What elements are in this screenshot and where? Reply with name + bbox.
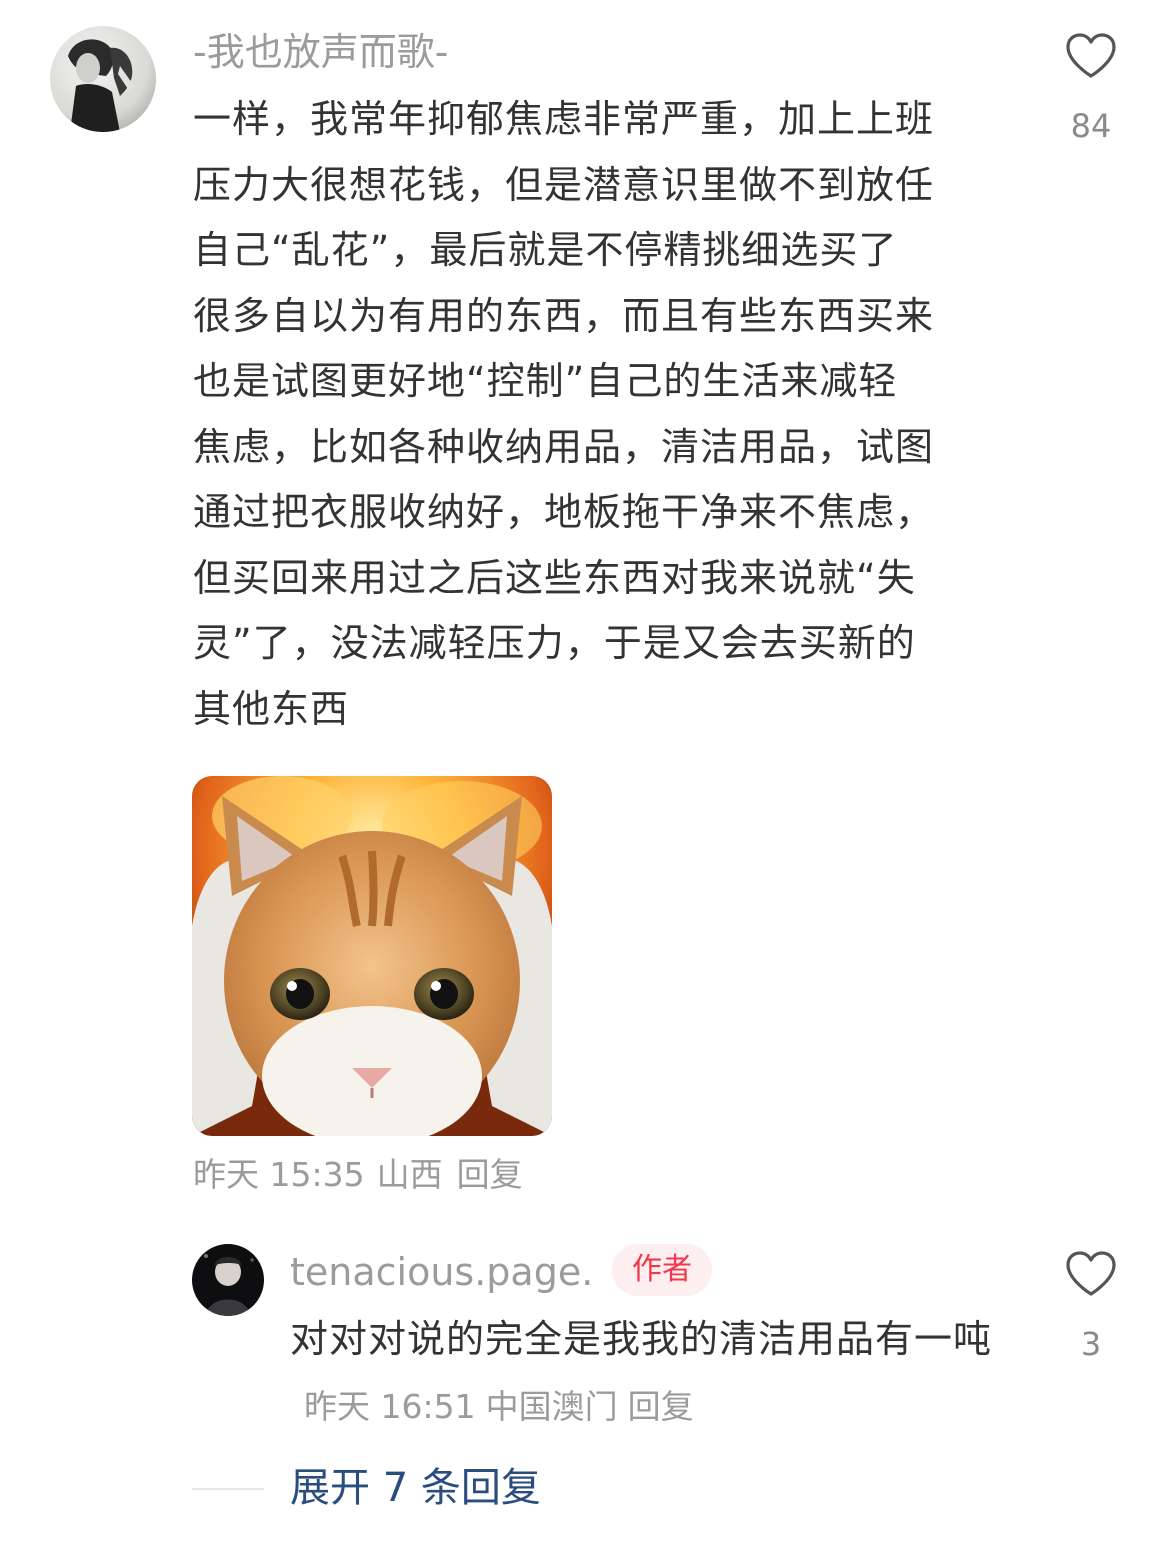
reply-username[interactable]: tenacious.page. — [290, 1246, 593, 1298]
reply-meta: 昨天 16:51 中国澳门 回复 — [304, 1387, 704, 1426]
reply-like[interactable]: 3 — [1051, 1250, 1131, 1364]
comment-reply-button[interactable]: 回复 — [457, 1155, 523, 1194]
expand-divider — [192, 1488, 264, 1490]
cat-sticker-icon — [192, 776, 552, 1136]
commenter-avatar[interactable] — [50, 26, 156, 132]
comment-sticker-image[interactable] — [192, 776, 552, 1136]
comment-like[interactable]: 84 — [1051, 32, 1131, 146]
comment-location: 山西 — [376, 1155, 443, 1194]
reply-time: 昨天 16:51 — [304, 1387, 476, 1426]
comment-meta: 昨天 15:35 山西 回复 — [193, 1153, 535, 1197]
author-badge: 作者 — [612, 1244, 712, 1296]
reply-body: 对对对说的完全是我我的清洁用品有一吨 — [290, 1317, 993, 1361]
expand-replies-link[interactable]: 展开 7 条回复 — [290, 1463, 541, 1513]
heart-outline-icon[interactable] — [1065, 1250, 1117, 1298]
reply-reply-button[interactable]: 回复 — [628, 1387, 694, 1426]
comment-time: 昨天 15:35 — [193, 1155, 365, 1194]
heart-outline-icon[interactable] — [1065, 32, 1117, 80]
reply-text: 对对对说的完全是我我的清洁用品有一吨昨天 16:51 中国澳门 回复 — [290, 1306, 1010, 1440]
reply-like-count: 3 — [1080, 1325, 1102, 1363]
comment-like-count: 84 — [1070, 107, 1112, 145]
reply-location: 中国澳门 — [485, 1387, 618, 1426]
reply-avatar[interactable] — [192, 1244, 264, 1316]
comment-text: 一样，我常年抑郁焦虑非常严重，加上上班 压力大很想花钱，但是潜意识里做不到放任 … — [193, 97, 935, 731]
commenter-username[interactable]: -我也放声而歌- — [193, 26, 448, 78]
